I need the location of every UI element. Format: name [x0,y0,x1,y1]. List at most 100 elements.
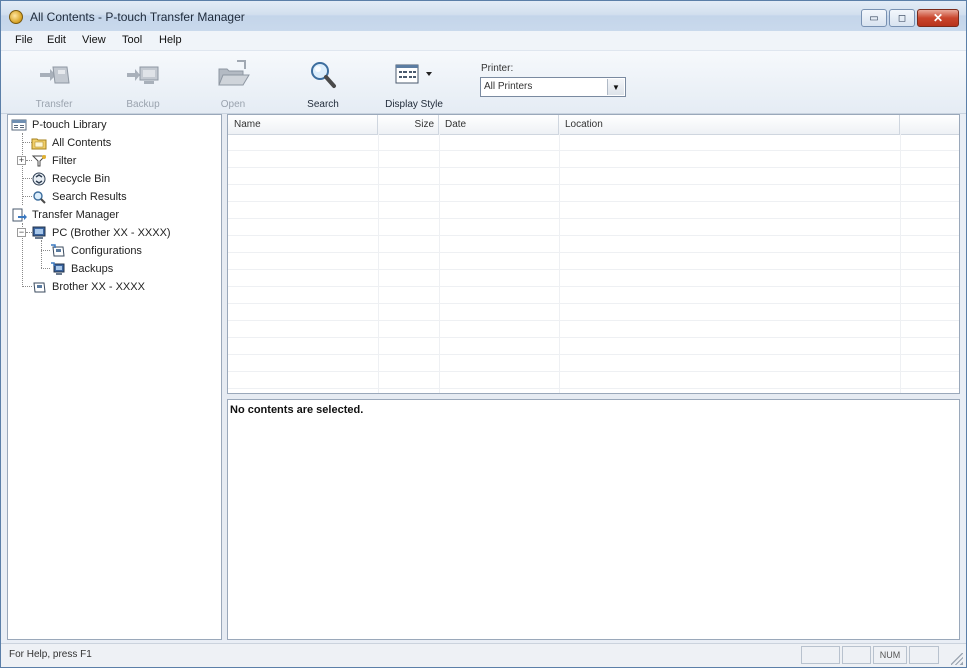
transfer-icon [36,59,72,89]
close-button[interactable]: ✕ [917,9,959,27]
list-row [228,321,959,338]
tree-connector [41,240,42,268]
title-bar[interactable]: All Contents - P-touch Transfer Manager … [1,1,966,31]
menu-edit[interactable]: Edit [47,34,66,46]
open-button[interactable]: Open [198,59,268,110]
list-row [228,185,959,202]
maximize-button[interactable]: ◻ [889,9,915,27]
contents-list[interactable]: Name Size Date Location [227,114,960,394]
toolbar: Transfer Backup Open Search Display Styl… [1,51,966,114]
column-header-name[interactable]: Name [228,115,378,134]
list-row [228,151,959,168]
open-label: Open [220,99,246,110]
list-row [228,270,959,287]
list-row [228,304,959,321]
tree-item-label: PC (Brother XX - XXXX) [52,226,171,239]
status-help-text: For Help, press F1 [9,649,92,660]
tree-item-library[interactable]: P-touch Library [11,116,107,133]
computer-icon [31,226,47,240]
tree-item-search-results[interactable]: Search Results [31,188,127,205]
backup-label: Backup [126,99,160,110]
tree-item-pc[interactable]: PC (Brother XX - XXXX) [31,224,171,241]
transfer-button[interactable]: Transfer [19,59,89,110]
magnifier-icon [31,190,47,204]
tree-connector [22,133,23,205]
status-panel [909,646,939,664]
filter-icon [31,154,47,168]
tree-connector [41,250,50,251]
collapse-toggle[interactable]: − [17,228,26,237]
backup-icon [125,59,161,89]
menu-tool[interactable]: Tool [122,34,142,46]
tree-item-label: Search Results [52,190,127,203]
window-title: All Contents - P-touch Transfer Manager [30,10,245,24]
tree-item-backups[interactable]: Backups [50,260,113,277]
list-header: Name Size Date Location [228,115,959,135]
printer-select-value: All Printers [484,81,533,92]
folder-icon [31,136,47,150]
display-style-label: Display Style [385,99,443,110]
search-icon [305,59,341,89]
app-icon [9,10,23,24]
search-button[interactable]: Search [288,59,358,110]
tree-item-recycle-bin[interactable]: Recycle Bin [31,170,110,187]
menu-bar: File Edit View Tool Help [1,31,966,51]
tree-item-configurations[interactable]: Configurations [50,242,142,259]
list-row [228,372,959,389]
tree-connector [41,268,50,269]
tree-item-filter[interactable]: Filter [31,152,76,169]
expand-toggle[interactable]: + [17,156,26,165]
list-row [228,134,959,151]
backup-button[interactable]: Backup [108,59,178,110]
display-style-icon [390,59,438,89]
tree-item-label: All Contents [52,136,112,149]
recycle-bin-icon [31,172,47,186]
open-icon [215,59,251,89]
tree-item-all-contents[interactable]: All Contents [31,134,111,151]
chevron-down-icon[interactable]: ▼ [607,79,624,95]
list-row [228,253,959,270]
list-row [228,168,959,185]
tree-item-label: Brother XX - XXXX [52,280,145,293]
display-style-button[interactable]: Display Style [379,59,449,110]
menu-view[interactable]: View [82,34,106,46]
search-label: Search [307,99,339,110]
list-row [228,219,959,236]
list-row [228,287,959,304]
preview-message: No contents are selected. [230,404,364,416]
list-row [228,236,959,253]
transfer-label: Transfer [35,99,73,110]
tree-item-label: Backups [71,262,114,275]
column-divider [559,134,560,393]
minimize-button[interactable]: ▭ [861,9,887,27]
menu-file[interactable]: File [15,34,33,46]
window-controls: ▭ ◻ ✕ [861,9,959,28]
column-divider [378,134,379,393]
library-icon [11,118,27,132]
list-row [228,355,959,372]
tree-item-device[interactable]: Brother XX - XXXX [31,278,145,295]
preview-pane: No contents are selected. [227,399,960,640]
status-panel [801,646,840,664]
library-tree[interactable]: P-touch Library All Contents + Filter Re… [7,114,222,640]
tree-item-transfer-manager[interactable]: Transfer Manager [11,206,119,223]
tree-item-label: Recycle Bin [52,172,111,185]
list-row [228,202,959,219]
printer-label: Printer: [481,63,514,74]
menu-help[interactable]: Help [159,34,182,46]
status-num-indicator: NUM [873,646,907,664]
column-header-location[interactable]: Location [559,115,900,134]
backup-computer-icon [50,261,66,276]
tree-item-label: Transfer Manager [32,208,120,221]
column-header-size[interactable]: Size [378,115,439,134]
resize-grip[interactable] [951,653,963,665]
column-divider [439,134,440,393]
list-row [228,338,959,355]
column-header-spacer [900,115,959,134]
app-window: All Contents - P-touch Transfer Manager … [0,0,967,668]
printer-select[interactable]: All Printers ▼ [480,77,626,97]
status-bar: For Help, press F1 NUM [1,643,966,667]
tree-item-label: P-touch Library [32,118,107,131]
column-header-date[interactable]: Date [439,115,559,134]
column-divider [900,134,901,393]
